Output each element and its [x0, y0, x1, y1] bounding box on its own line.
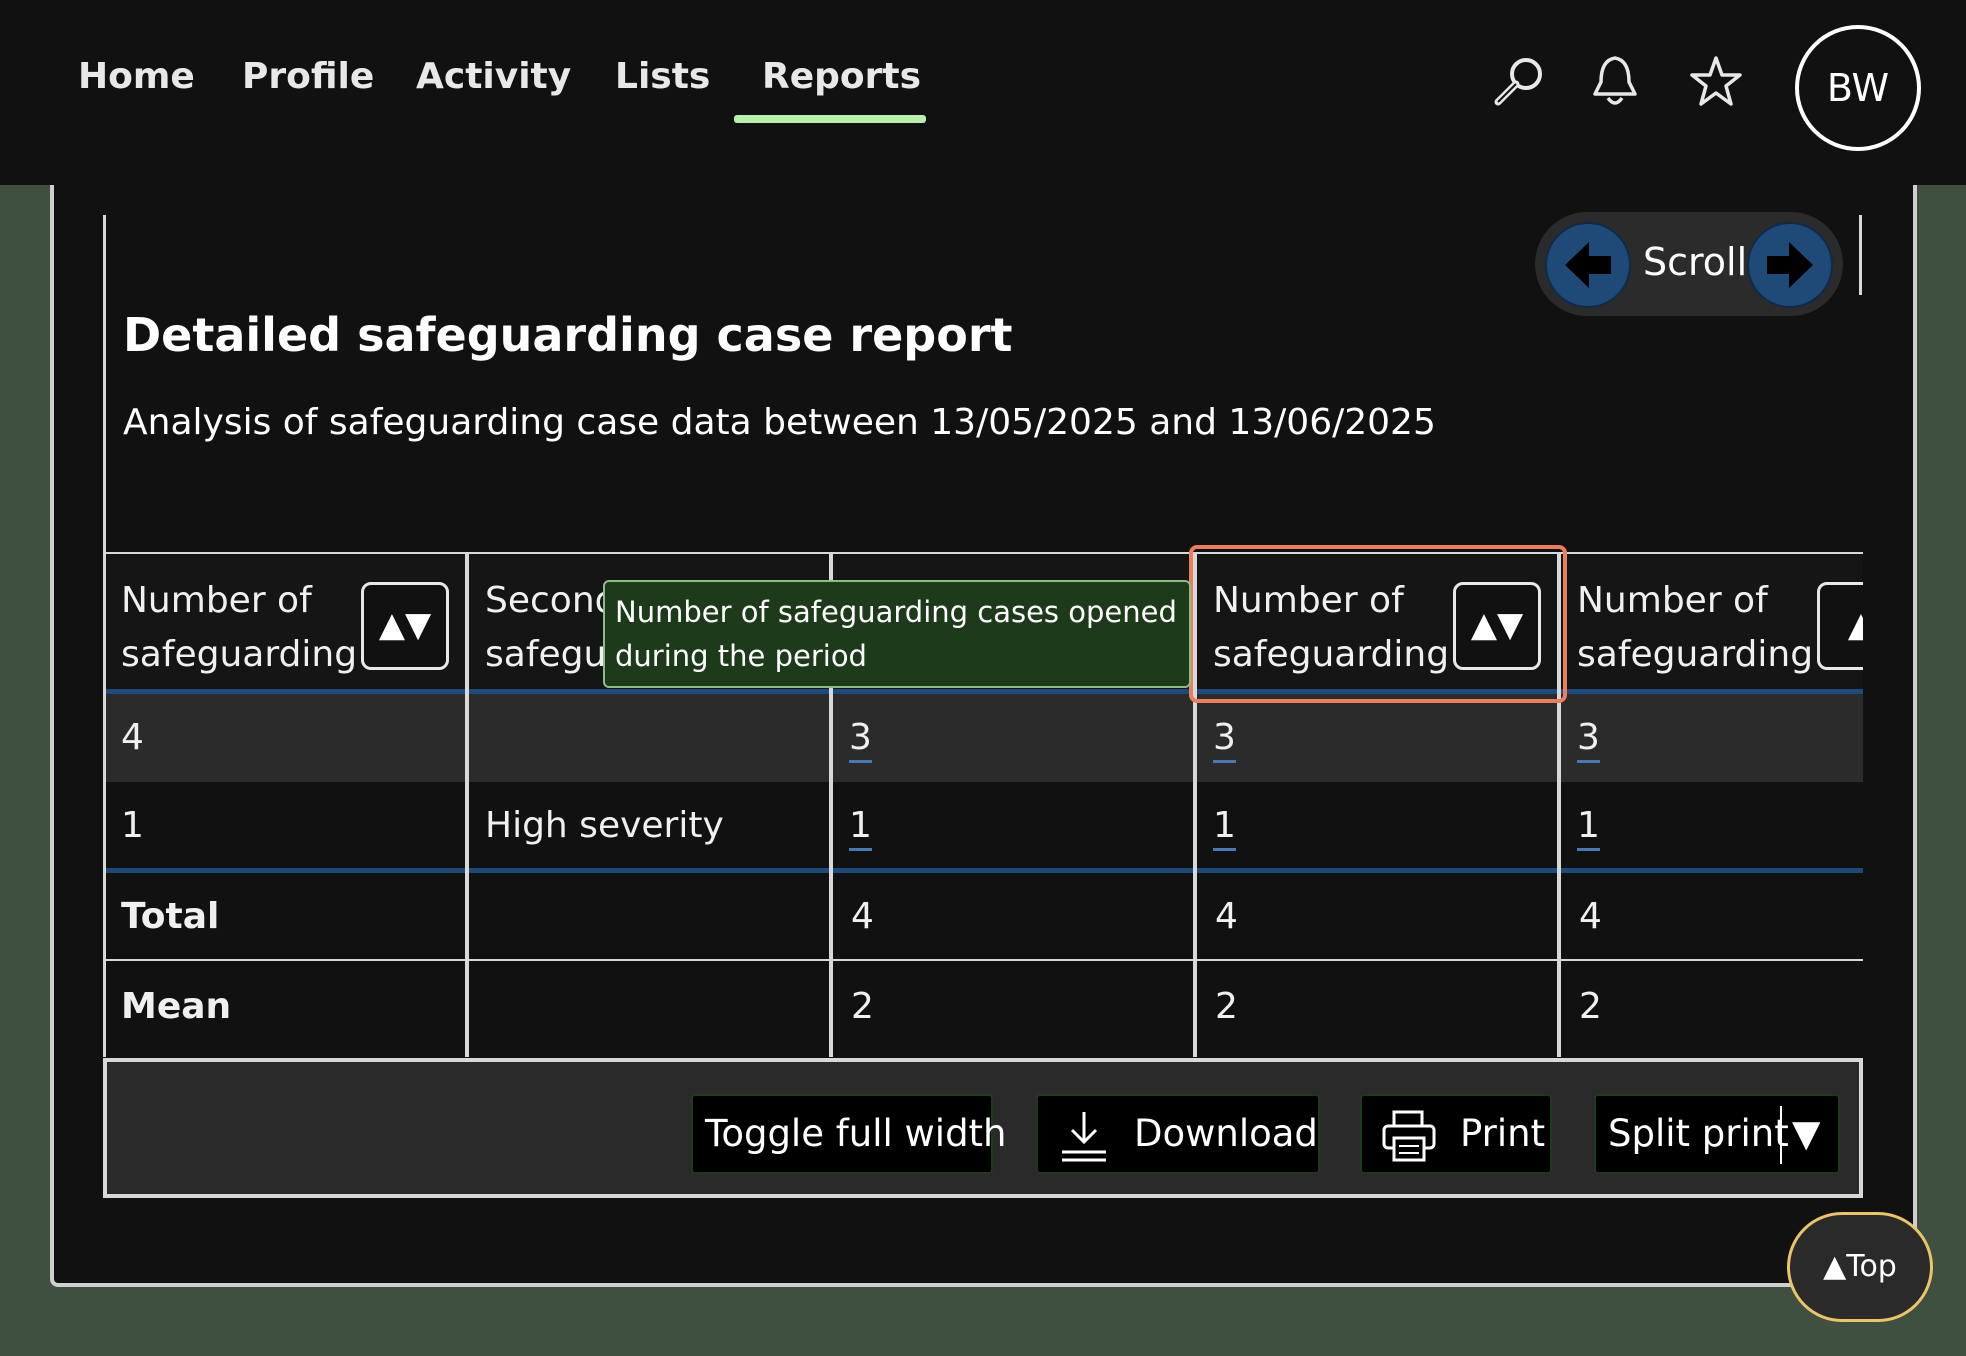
nav-home[interactable]: Home [78, 52, 195, 102]
scroll-label: Scroll [1643, 240, 1748, 284]
table-cell-link[interactable]: 3 [849, 694, 872, 782]
focused-column-header-outline [1189, 545, 1567, 703]
row-label: Mean [121, 986, 232, 1027]
row-label: Total [121, 896, 220, 937]
download-label: Download [1134, 1112, 1318, 1155]
split-print-button[interactable]: Split print ▼ [1594, 1094, 1840, 1174]
column-header-label: Number of safeguarding [121, 580, 358, 675]
table-cell: High severity [485, 805, 724, 846]
download-button[interactable]: Download [1036, 1094, 1320, 1174]
table-cell: 2 [1579, 986, 1602, 1027]
report-subtitle: Analysis of safeguarding case data betwe… [123, 402, 1436, 443]
content-border-right [1859, 215, 1862, 295]
bell-icon[interactable] [1585, 52, 1645, 112]
table-cell-link[interactable]: 1 [1577, 782, 1600, 870]
table-row: 1 High severity 1 1 1 [103, 782, 1863, 870]
download-icon [1062, 1112, 1106, 1162]
column-divider [465, 552, 469, 1057]
table-scroll-control: Scroll [1535, 212, 1843, 316]
table-row: 4 3 3 3 [103, 694, 1863, 782]
sort-button[interactable]: ▲ [1817, 582, 1863, 670]
user-avatar[interactable]: BW [1795, 25, 1921, 151]
table-cell-link[interactable]: 3 [1213, 694, 1236, 782]
report-title: Detailed safeguarding case report [123, 308, 1013, 362]
table-cell: 1 [121, 805, 144, 846]
top-navigation-bar: Home Profile Activity Lists Reports BW [0, 0, 1966, 185]
column-tooltip: Number of safeguarding cases opened duri… [603, 580, 1191, 688]
nav-profile[interactable]: Profile [242, 52, 374, 102]
table-cell-link[interactable]: 1 [849, 782, 872, 870]
sort-button[interactable]: ▲▼ [361, 582, 449, 670]
column-header-5: Number of safeguarding ▲ [1559, 552, 1863, 690]
column-header-label: Second safegu [485, 580, 618, 675]
nav-lists[interactable]: Lists [615, 52, 710, 102]
toggle-full-width-label: Toggle full width [705, 1112, 1007, 1155]
split-divider [1780, 1106, 1782, 1164]
content-border-left-lower [103, 295, 106, 555]
star-icon[interactable] [1686, 52, 1746, 112]
arrow-left-icon [1565, 242, 1611, 288]
print-label: Print [1460, 1112, 1546, 1155]
table-cell-link[interactable]: 3 [1577, 694, 1600, 782]
split-print-label: Split print [1608, 1112, 1789, 1155]
column-header-1: Number of safeguarding ▲▼ [103, 552, 467, 690]
search-icon[interactable] [1490, 52, 1550, 112]
column-header-label: Number of safeguarding [1577, 580, 1814, 675]
active-tab-indicator [734, 115, 926, 123]
scroll-left-button[interactable] [1545, 222, 1631, 308]
table-cell-link[interactable]: 1 [1213, 782, 1236, 870]
table-cell: 4 [1579, 896, 1602, 937]
print-button[interactable]: Print [1360, 1094, 1552, 1174]
total-row: Total 4 4 4 [103, 873, 1863, 961]
split-print-dropdown-icon[interactable]: ▼ [1792, 1096, 1820, 1172]
table-cell: 4 [851, 896, 874, 937]
mean-row: Mean 2 2 2 [103, 963, 1863, 1051]
table-cell: 4 [121, 717, 144, 758]
content-border-left [103, 215, 106, 295]
toggle-full-width-button[interactable]: Toggle full width [691, 1094, 1007, 1174]
printer-icon [1382, 1110, 1436, 1162]
table-cell: 2 [1215, 986, 1238, 1027]
nav-reports[interactable]: Reports [762, 52, 921, 102]
back-to-top-button[interactable]: ▲Top [1787, 1212, 1933, 1322]
nav-activity[interactable]: Activity [416, 52, 571, 102]
scroll-right-button[interactable] [1747, 222, 1833, 308]
arrow-right-icon [1767, 242, 1813, 288]
table-cell: 2 [851, 986, 874, 1027]
table-cell: 4 [1215, 896, 1238, 937]
column-divider [103, 552, 106, 1057]
